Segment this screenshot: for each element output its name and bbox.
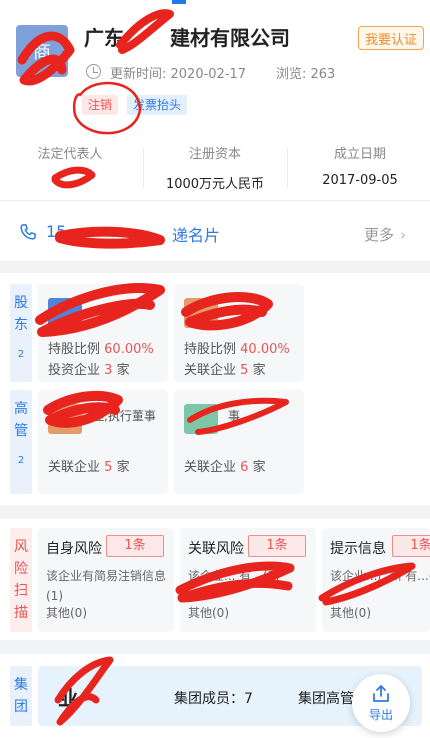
- redaction-scribbles: [17, 9, 416, 726]
